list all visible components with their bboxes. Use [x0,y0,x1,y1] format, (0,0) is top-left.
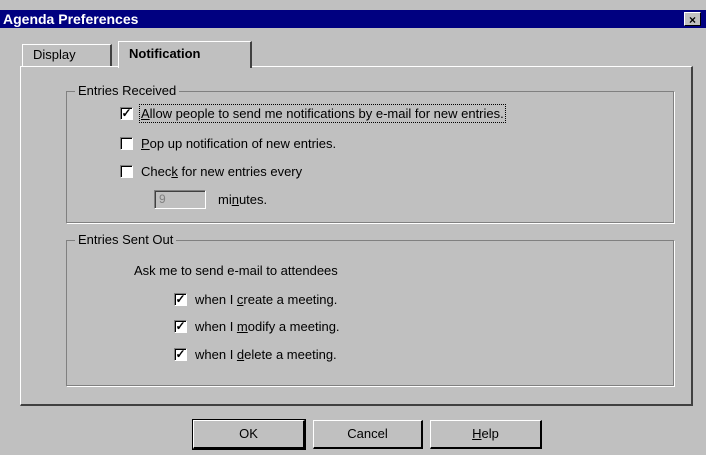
tab-notification[interactable]: Notification [118,41,252,68]
check-entries-label: Check for new entries every [141,163,303,179]
agenda-preferences-dialog: Agenda Preferences × Display Notificatio… [0,0,706,455]
delete-meeting-label: when I delete a meeting. [195,346,337,362]
modify-meeting-label: when I modify a meeting. [195,318,340,334]
entries-received-legend: Entries Received [75,83,180,98]
entries-sent-group: Entries Sent Out Ask me to send e-mail t… [66,232,674,386]
entries-received-group: Entries Received ✓ Allow people to send … [66,83,674,223]
create-meeting-checkbox[interactable]: ✓ [174,292,187,306]
allow-email-option[interactable]: ✓ Allow people to send me notifications … [120,103,506,123]
modify-meeting-option[interactable]: ✓ when I modify a meeting. [174,317,340,335]
minutes-row: 9 minutes. [154,189,267,209]
create-meeting-option[interactable]: ✓ when I create a meeting. [174,290,337,308]
popup-label: Pop up notification of new entries. [141,135,337,151]
notification-panel: Entries Received ✓ Allow people to send … [20,66,693,406]
delete-meeting-checkbox[interactable]: ✓ [174,347,187,361]
create-meeting-label: when I create a meeting. [195,291,338,307]
popup-checkbox[interactable] [120,136,133,150]
send-email-prompt: Ask me to send e-mail to attendees [134,262,338,278]
close-icon[interactable]: × [684,12,701,27]
cancel-button[interactable]: Cancel [313,420,423,449]
minutes-input[interactable]: 9 [154,189,206,209]
check-entries-checkbox[interactable] [120,164,133,178]
window-title: Agenda Preferences [3,11,139,27]
allow-email-checkbox[interactable]: ✓ [120,106,133,120]
minutes-label: minutes. [218,191,268,207]
modify-meeting-checkbox[interactable]: ✓ [174,319,187,333]
allow-email-label: Allow people to send me notifications by… [139,103,506,123]
help-button[interactable]: Help [430,420,542,449]
delete-meeting-option[interactable]: ✓ when I delete a meeting. [174,345,337,363]
tab-display[interactable]: Display [22,44,112,66]
popup-option[interactable]: Pop up notification of new entries. [120,134,336,152]
check-entries-option[interactable]: Check for new entries every [120,162,302,180]
title-bar: Agenda Preferences × [0,10,706,28]
ok-button[interactable]: OK [192,419,306,450]
entries-sent-legend: Entries Sent Out [75,232,177,247]
